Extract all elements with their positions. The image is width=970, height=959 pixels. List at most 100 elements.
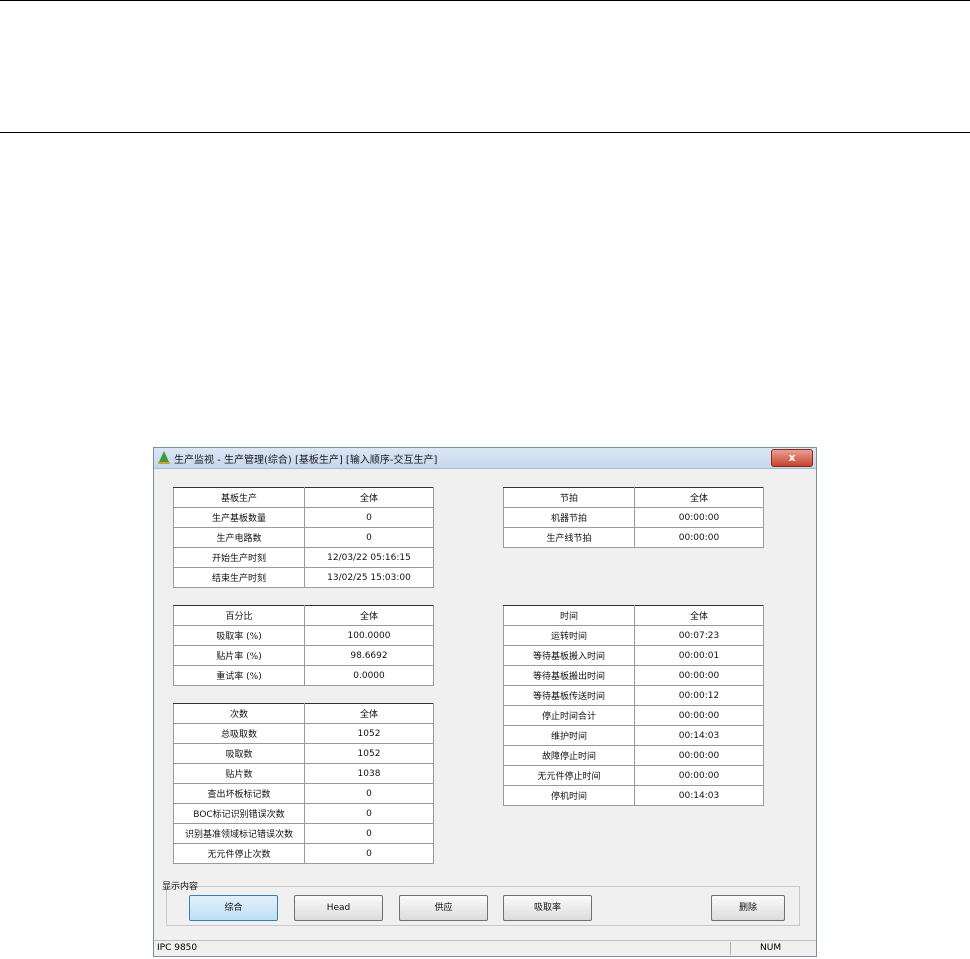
table-row: 等待基板搬出时间 00:00:00 [503,665,764,686]
page-rule-mid [0,132,970,133]
status-num-lock: NUM [760,943,782,953]
row-value: 0 [304,803,434,824]
table-row: 吸取数 1052 [173,743,434,764]
close-icon: x [788,451,796,464]
row-label: 开始生产时刻 [173,547,305,568]
pickup-rate-button[interactable]: 吸取率 [503,895,592,921]
row-label: 吸取数 [173,743,305,764]
time-table: 时间 全体 运转时间 00:07:23 等待基板搬入时间 00:00:01 等待基板… [503,605,764,806]
row-label: 查出坏板标记数 [173,783,305,804]
table-row: 停止时间合计 00:00:00 [503,705,764,726]
app-icon [158,451,170,464]
table-row: BOC标记识别错误次数 0 [173,803,434,824]
feeder-button[interactable]: 供应 [399,895,488,921]
production-monitor-window: 生产监视 - 生产管理(综合) [基板生产] [输入顺序-交互生产] x 基板生… [153,447,817,957]
row-label: 无元件停止时间 [503,765,635,786]
counts-table: 次数 全体 总吸取数 1052 吸取数 1052 贴片数 1038 查出坏板标记数 0 … [173,703,434,864]
row-label: 机器节拍 [503,507,635,528]
header-cell: 全体 [634,487,764,508]
header-cell: 全体 [304,703,434,724]
head-button[interactable]: Head [294,895,383,921]
row-label: 故障停止时间 [503,745,635,766]
table-row: 识别基准领域标记错误次数 0 [173,823,434,844]
table-row: 无元件停止时间 00:00:00 [503,765,764,786]
title-bar[interactable]: 生产监视 - 生产管理(综合) [基板生产] [输入顺序-交互生产] x [154,448,816,469]
display-content-label: 显示内容 [162,882,199,892]
header-cell: 次数 [173,703,305,724]
row-label: 总吸取数 [173,723,305,744]
row-value: 1052 [304,743,434,764]
row-value: 00:00:00 [634,527,764,548]
board-production-table: 基板生产 全体 生产基板数量 0 生产电路数 0 开始生产时刻 12/03/22 05… [173,487,434,588]
row-label: 重试率 (%) [173,665,305,686]
table-row: 总吸取数 1052 [173,723,434,744]
row-label: 等待基板传送时间 [503,685,635,706]
row-label: 维护时间 [503,725,635,746]
row-value: 0 [304,823,434,844]
table-row: 贴片数 1038 [173,763,434,784]
percentage-table: 百分比 全体 吸取率 (%) 100.0000 贴片率 (%) 98.6692 重试… [173,605,434,686]
row-value: 0 [304,783,434,804]
row-value: 00:00:01 [634,645,764,666]
row-label: 贴片数 [173,763,305,784]
header-cell: 基板生产 [173,487,305,508]
table-row: 等待基板传送时间 00:00:12 [503,685,764,706]
row-label: 生产基板数量 [173,507,305,528]
row-value: 100.0000 [304,625,434,646]
row-label: 结束生产时刻 [173,567,305,588]
row-value: 00:00:00 [634,745,764,766]
table-header-row: 节拍 全体 [503,487,764,508]
row-label: 等待基板搬入时间 [503,645,635,666]
row-label: 吸取率 (%) [173,625,305,646]
status-bar: IPC 9850 NUM [154,940,816,956]
table-header-row: 基板生产 全体 [173,487,434,508]
delete-button[interactable]: 删除 [711,895,785,921]
header-cell: 百分比 [173,605,305,626]
table-row: 无元件停止次数 0 [173,843,434,864]
row-value: 00:00:00 [634,765,764,786]
header-cell: 时间 [503,605,635,626]
row-label: 停机时间 [503,785,635,806]
table-header-row: 时间 全体 [503,605,764,626]
table-row: 维护时间 00:14:03 [503,725,764,746]
header-cell: 全体 [304,605,434,626]
table-row: 吸取率 (%) 100.0000 [173,625,434,646]
tact-table: 节拍 全体 机器节拍 00:00:00 生产线节拍 00:00:00 [503,487,764,548]
row-value: 0.0000 [304,665,434,686]
table-row: 机器节拍 00:00:00 [503,507,764,528]
table-header-row: 次数 全体 [173,703,434,724]
row-value: 1052 [304,723,434,744]
row-label: 生产电路数 [173,527,305,548]
row-value: 00:00:12 [634,685,764,706]
table-row: 故障停止时间 00:00:00 [503,745,764,766]
header-cell: 节拍 [503,487,635,508]
summary-button[interactable]: 综合 [189,895,278,921]
page-rule-top [0,0,970,1]
row-label: 生产线节拍 [503,527,635,548]
row-value: 13/02/25 15:03:00 [304,567,434,588]
row-label: 停止时间合计 [503,705,635,726]
table-row: 生产线节拍 00:00:00 [503,527,764,548]
row-value: 98.6692 [304,645,434,666]
row-value: 00:07:23 [634,625,764,646]
row-label: 无元件停止次数 [173,843,305,864]
close-button[interactable]: x [771,449,813,467]
row-value: 00:00:00 [634,665,764,686]
table-row: 运转时间 00:07:23 [503,625,764,646]
status-machine-id: IPC 9850 [157,943,198,953]
table-row: 开始生产时刻 12/03/22 05:16:15 [173,547,434,568]
window-title: 生产监视 - 生产管理(综合) [基板生产] [输入顺序-交互生产] [174,455,438,466]
table-row: 贴片率 (%) 98.6692 [173,645,434,666]
table-header-row: 百分比 全体 [173,605,434,626]
row-value: 0 [304,507,434,528]
table-row: 停机时间 00:14:03 [503,785,764,806]
status-divider [730,942,731,955]
row-value: 1038 [304,763,434,784]
row-value: 00:00:00 [634,705,764,726]
row-value: 12/03/22 05:16:15 [304,547,434,568]
row-value: 0 [304,843,434,864]
row-label: 贴片率 (%) [173,645,305,666]
row-value: 00:14:03 [634,725,764,746]
row-value: 00:14:03 [634,785,764,806]
row-label: BOC标记识别错误次数 [173,803,305,824]
